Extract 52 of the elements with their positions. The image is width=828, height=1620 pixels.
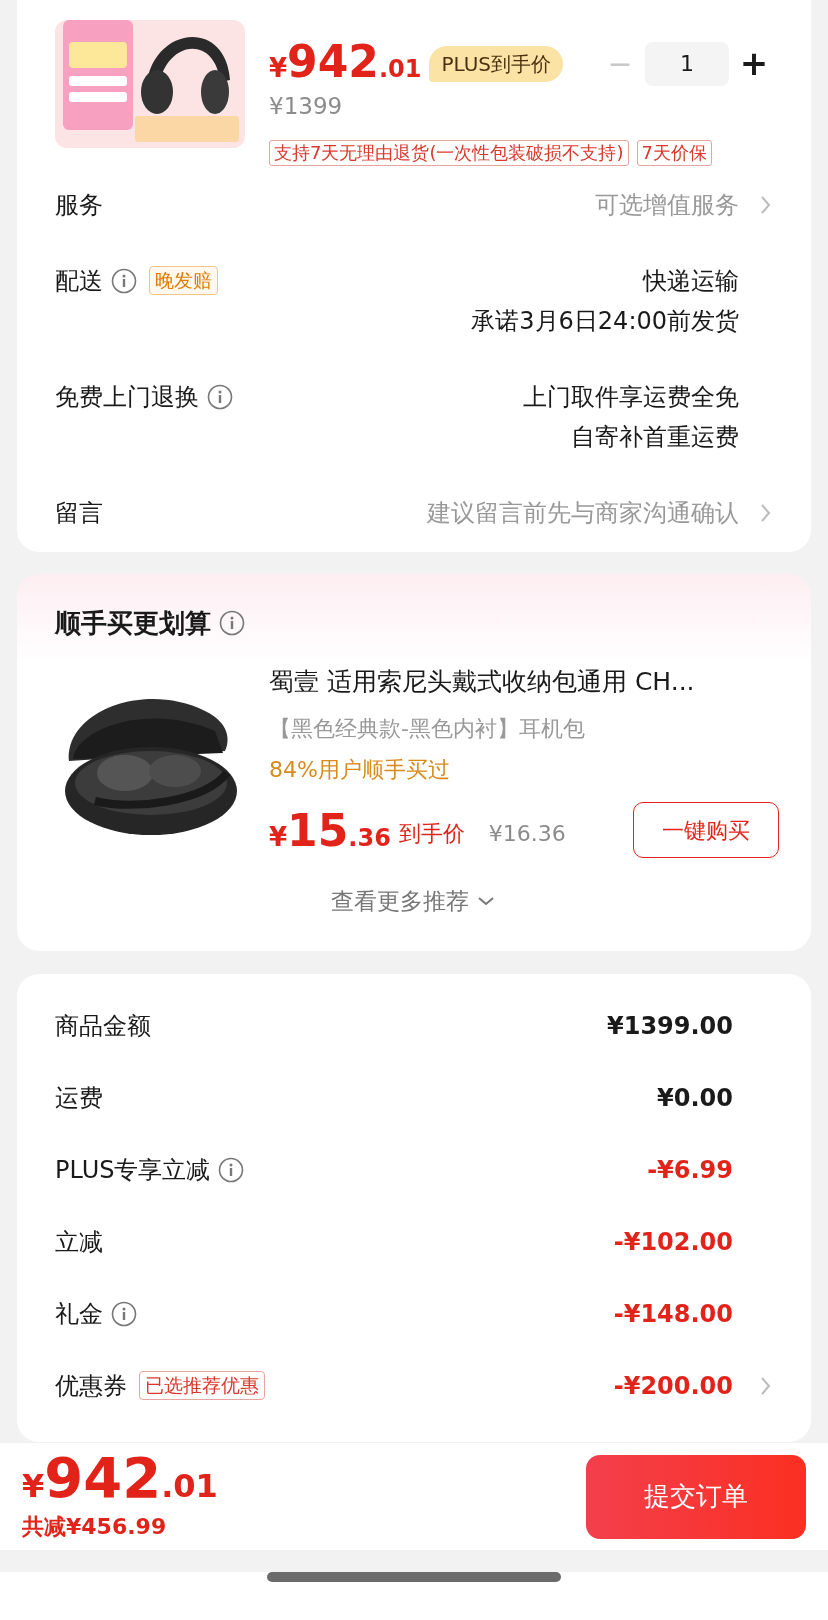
row-label: 留言: [55, 497, 103, 529]
price-decimal: .01: [378, 53, 422, 85]
submit-order-button[interactable]: 提交订单: [586, 1454, 806, 1539]
row-badge: 已选推荐优惠: [139, 1371, 265, 1400]
amount: -¥200.00: [613, 1370, 733, 1402]
row-value[interactable]: 建议留言前先与商家沟通确认: [427, 492, 739, 533]
amount: ¥0.00: [657, 1082, 733, 1114]
amount: -¥6.99: [647, 1154, 733, 1186]
row-label: 运费: [55, 1082, 103, 1114]
row-label: PLUS专享立减: [55, 1154, 211, 1186]
currency-symbol: ¥: [269, 52, 288, 85]
row-label: 配送: [55, 265, 103, 297]
buy-button[interactable]: 一键购买: [633, 802, 779, 858]
price-integer: 15: [287, 809, 349, 853]
row-label: 商品金额: [55, 1010, 151, 1042]
price-badge: PLUS到手价: [429, 45, 563, 82]
original-price: ¥1399: [269, 92, 344, 121]
price-decimal: .36: [348, 823, 391, 854]
row-value: 承诺3月6日24:00前发货: [471, 305, 739, 337]
section-title: 顺手买更划算: [55, 606, 211, 640]
row-value: 上门取件享运费全免: [523, 381, 739, 413]
price-decimal: .01: [161, 1466, 218, 1507]
item-spec: 【黑色经典款-黑色内衬】耳机包: [269, 715, 586, 743]
row-label: 服务: [55, 189, 103, 221]
item-note: 84%用户顺手买过: [269, 756, 451, 784]
home-indicator[interactable]: [267, 1572, 561, 1582]
service-tag: 支持7天无理由退货(一次性包装破损不支持): [269, 139, 629, 166]
chevron-down-icon: [477, 896, 495, 907]
item-title[interactable]: 蜀壹 适用索尼头戴式收纳包通用 CH...: [269, 662, 771, 700]
row-value: 自寄补首重运费: [571, 421, 739, 453]
row-label: 立减: [55, 1226, 103, 1258]
row-label: 礼金: [55, 1298, 103, 1330]
row-label: 优惠券: [55, 1370, 127, 1402]
row-badge: 晚发赔: [149, 266, 218, 295]
increment-button[interactable]: +: [737, 38, 771, 89]
amount: ¥1399.00: [607, 1010, 733, 1042]
amount: -¥148.00: [613, 1298, 733, 1330]
original-price: ¥16.36: [488, 819, 566, 848]
info-icon: [219, 610, 245, 636]
row-label: 免费上门退换: [55, 381, 199, 413]
price-integer: 942: [287, 39, 379, 84]
price-label: 到手价: [398, 819, 465, 848]
price-integer: 942: [44, 1450, 162, 1506]
quantity-field[interactable]: 1: [645, 41, 729, 86]
amount: -¥102.00: [613, 1226, 733, 1258]
currency-symbol: ¥: [269, 821, 288, 854]
row-value[interactable]: 可选增值服务: [595, 184, 739, 225]
service-tag: 7天价保: [636, 139, 712, 166]
more-link[interactable]: 查看更多推荐: [331, 884, 469, 919]
row-value: 快递运输: [643, 265, 739, 297]
total-savings: 共减¥456.99: [22, 1513, 168, 1541]
currency-symbol: ¥: [22, 1467, 45, 1507]
